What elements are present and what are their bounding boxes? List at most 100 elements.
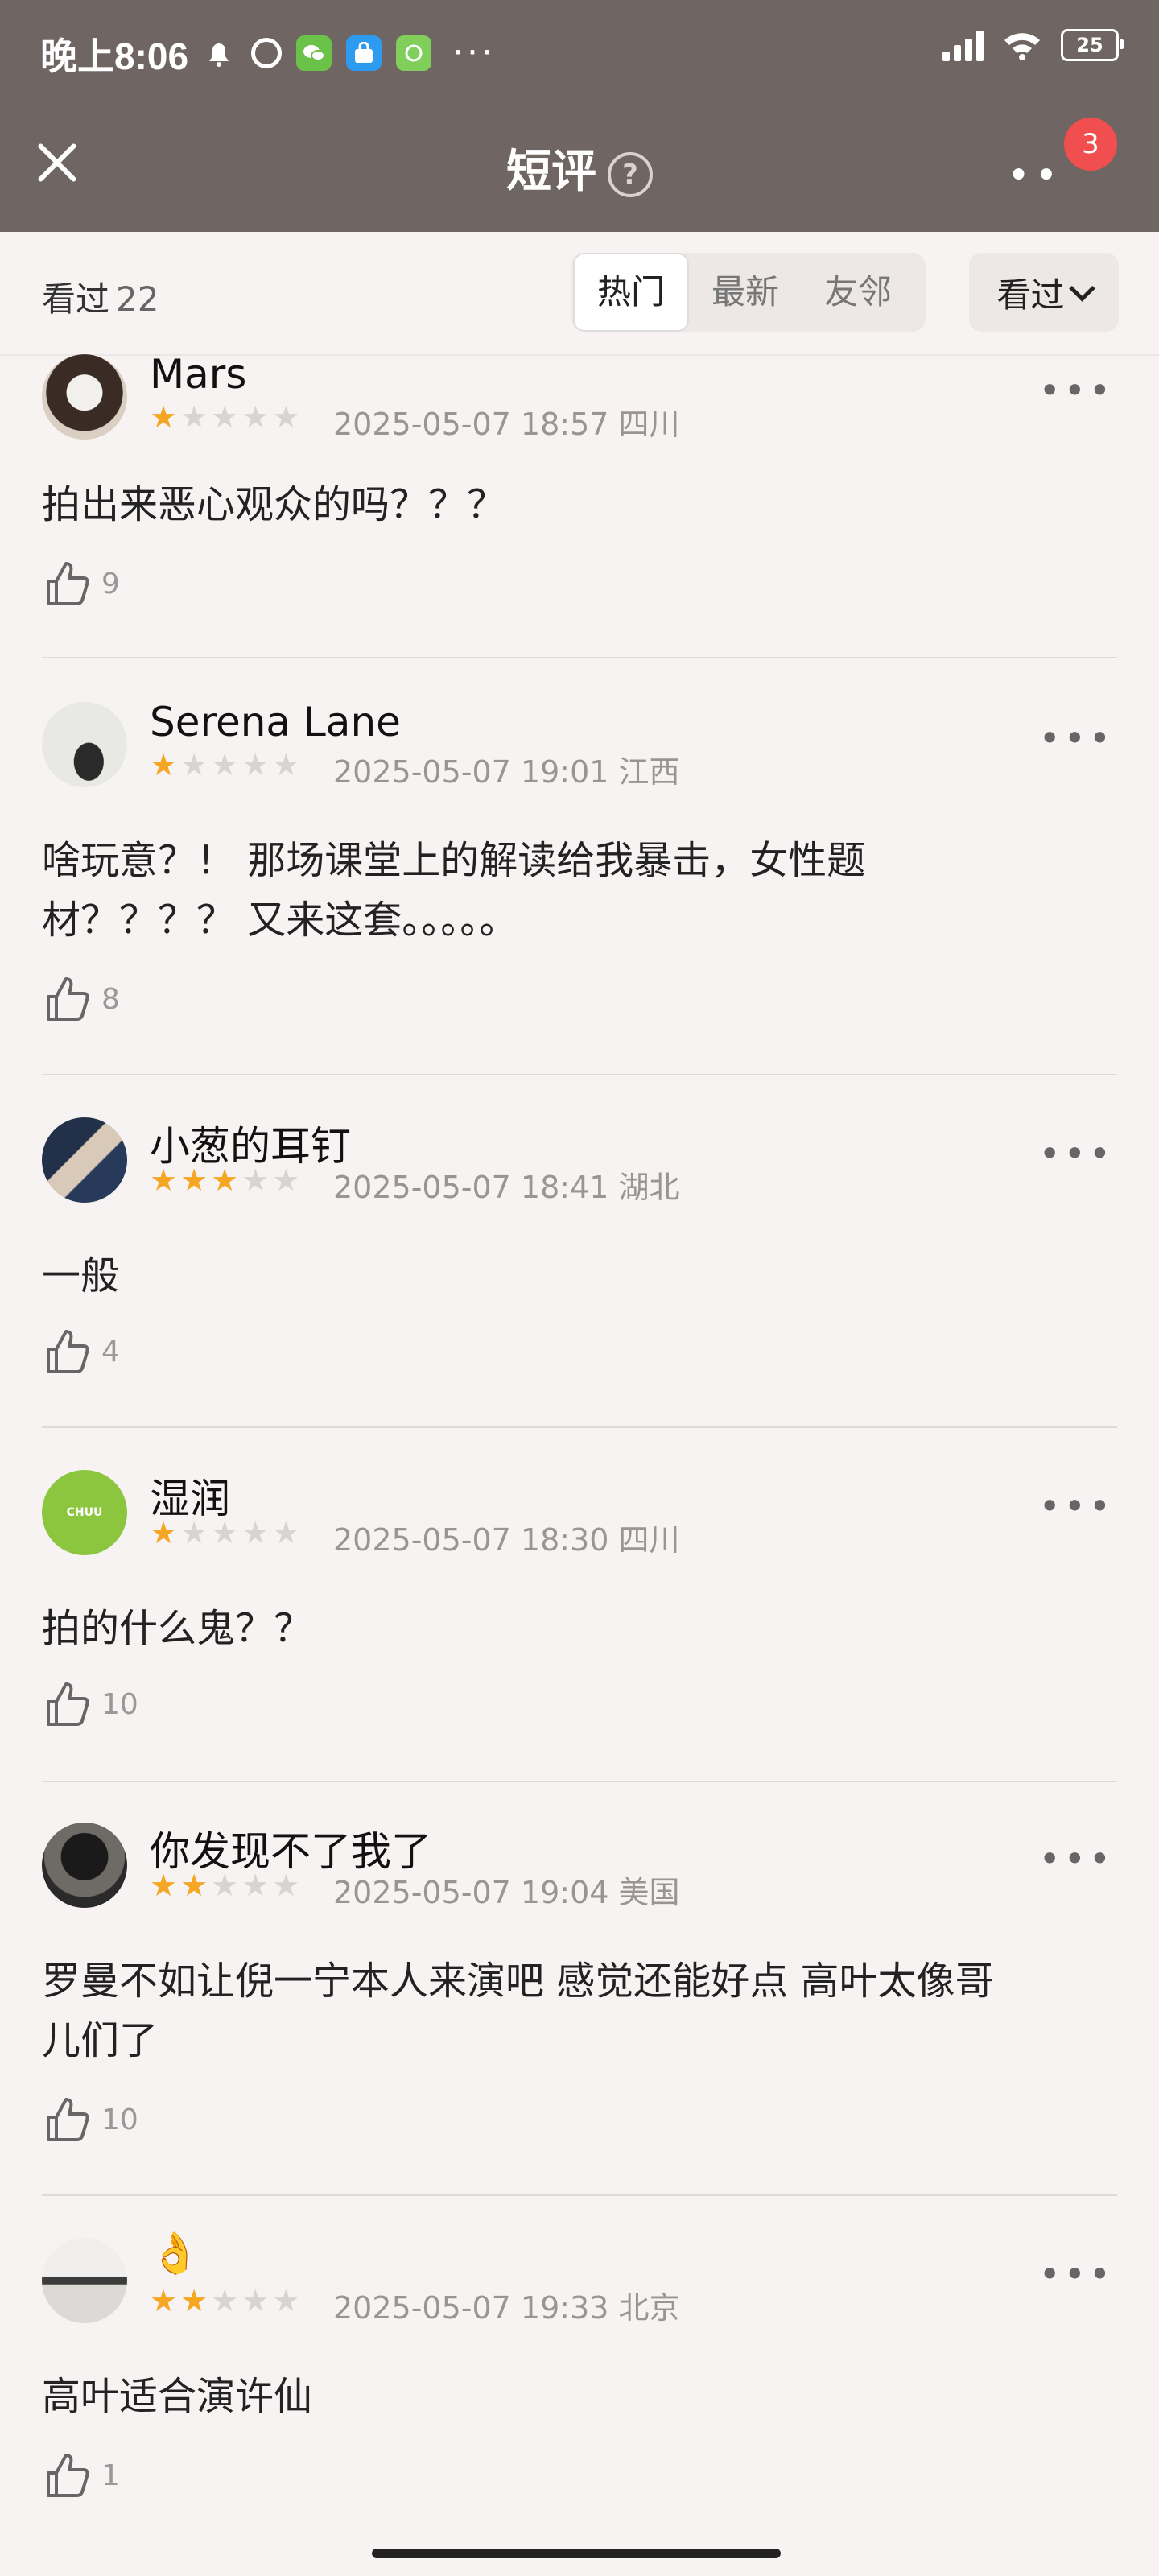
review-meta: 2025-05-07 19:04 美国 xyxy=(333,1868,680,1912)
seen-dropdown[interactable]: 看过 xyxy=(969,253,1119,332)
review-date: 2025-05-07 18:57 xyxy=(333,407,609,442)
home-indicator[interactable] xyxy=(372,2549,781,2558)
tab-latest[interactable]: 最新 xyxy=(689,254,802,330)
divider xyxy=(42,657,1117,658)
review-meta: 2025-05-07 18:57 四川 xyxy=(333,399,680,444)
review-more-button[interactable]: ••• xyxy=(1039,1132,1114,1175)
tab-hot[interactable]: 热门 xyxy=(573,253,690,332)
star-icon: ★ xyxy=(150,747,178,782)
review-more-button[interactable]: ••• xyxy=(1039,369,1114,412)
like-button[interactable]: 9 xyxy=(45,560,120,607)
like-button[interactable]: 1 xyxy=(45,2452,120,2499)
review-text-line: 啥玩意？！ 那场课堂上的解读给我暴击，女性题 xyxy=(42,838,866,883)
star-icon: ★ xyxy=(211,1515,239,1550)
username[interactable]: 👌 xyxy=(150,2230,200,2277)
status-bar: 晚上8:06 ··· 25 xyxy=(0,0,1159,105)
review-more-button[interactable]: ••• xyxy=(1039,716,1114,760)
star-icon: ★ xyxy=(241,399,270,435)
review-more-button[interactable]: ••• xyxy=(1039,1484,1114,1528)
like-button[interactable]: 8 xyxy=(45,976,120,1022)
star-icon: ★ xyxy=(241,1515,270,1550)
username[interactable]: Serena Lane xyxy=(150,699,401,745)
review-text: 高叶适合演许仙 xyxy=(42,2367,1120,2426)
review-region: 北京 xyxy=(618,2290,680,2326)
help-icon[interactable]: ? xyxy=(608,151,653,197)
review-text-line: 一般 xyxy=(42,1253,120,1298)
review-item: 你发现不了我了 ★ ★ ★ ★ ★ 2025-05-07 19:04 美国 ••• 罗曼… xyxy=(0,1823,1159,2196)
review-date: 2025-05-07 18:30 xyxy=(333,1522,609,1558)
divider xyxy=(42,1781,1117,1782)
review-region: 美国 xyxy=(618,1875,680,1910)
review-text-line: 高叶适合演许仙 xyxy=(42,2374,313,2419)
star-icon: ★ xyxy=(180,1515,208,1550)
review-more-button[interactable]: ••• xyxy=(1039,2252,1114,2296)
avatar[interactable]: CHUU xyxy=(42,1470,127,1555)
seen-dropdown-label: 看过 xyxy=(996,275,1065,315)
review-more-button[interactable]: ••• xyxy=(1039,1837,1114,1880)
review-date: 2025-05-07 19:01 xyxy=(333,754,609,790)
review-text-line: 拍的什么鬼？？ xyxy=(42,1606,313,1651)
star-rating: ★ ★ ★ ★ ★ xyxy=(150,2285,299,2317)
review-region: 江西 xyxy=(618,754,680,790)
top-bar: 晚上8:06 ··· 25 短评 ? •• 3 xyxy=(0,0,1159,232)
like-count: 10 xyxy=(101,2103,138,2136)
like-button[interactable]: 10 xyxy=(45,1681,138,1728)
like-button[interactable]: 10 xyxy=(45,2096,138,2143)
review-item: 小葱的耳钉 ★ ★ ★ ★ ★ 2025-05-07 18:41 湖北 ••• 一般 4 xyxy=(0,1117,1159,1428)
thumbs-up-icon xyxy=(47,1682,89,1726)
divider xyxy=(42,1074,1117,1075)
review-item: Serena Lane ★ ★ ★ ★ ★ 2025-05-07 19:01 江西 ••… xyxy=(0,699,1159,1075)
review-text-line: 罗曼不如让倪一宁本人来演吧 感觉还能好点 高叶太像哥 xyxy=(42,1959,994,2004)
notification-badge: 3 xyxy=(1064,118,1117,171)
app-icon xyxy=(396,35,431,71)
status-time: 晚上8:06 xyxy=(40,35,189,77)
star-rating: ★ ★ ★ ★ ★ xyxy=(150,1517,299,1549)
tab-friends[interactable]: 友邻 xyxy=(802,254,914,330)
avatar[interactable] xyxy=(42,702,127,787)
sort-tabs: 热门 最新 友邻 xyxy=(571,253,926,332)
avatar[interactable] xyxy=(42,1117,127,1203)
bell-icon xyxy=(201,35,237,71)
avatar[interactable] xyxy=(42,2238,127,2323)
signal-icon xyxy=(942,29,984,61)
seen-number: 22 xyxy=(116,279,159,319)
review-region: 四川 xyxy=(618,407,680,442)
like-button[interactable]: 4 xyxy=(45,1328,120,1375)
star-icon: ★ xyxy=(180,747,208,782)
review-region: 四川 xyxy=(618,1522,680,1558)
star-icon: ★ xyxy=(272,1515,300,1550)
review-region: 湖北 xyxy=(618,1170,680,1205)
thumbs-up-icon xyxy=(47,977,89,1021)
star-icon: ★ xyxy=(272,399,300,435)
review-meta: 2025-05-07 19:01 江西 xyxy=(333,747,680,791)
star-rating: ★ ★ ★ ★ ★ xyxy=(150,401,299,433)
review-text-line: 儿们了 xyxy=(42,2018,159,2063)
status-icons: ··· xyxy=(201,32,496,73)
review-meta: 2025-05-07 18:41 湖北 xyxy=(333,1162,680,1207)
like-count: 4 xyxy=(101,1335,120,1368)
seen-count: 看过 22 xyxy=(42,272,159,321)
star-icon: ★ xyxy=(150,1515,178,1550)
review-text-line: 拍出来恶心观众的吗？？？ xyxy=(42,482,506,527)
review-text: 一般 xyxy=(42,1246,1120,1306)
divider xyxy=(42,1426,1117,1428)
username[interactable]: Mars xyxy=(150,351,246,398)
star-icon: ★ xyxy=(150,1868,178,1903)
avatar[interactable] xyxy=(42,354,127,440)
like-count: 10 xyxy=(101,1687,138,1721)
review-date: 2025-05-07 18:41 xyxy=(333,1170,609,1205)
review-text: 拍出来恶心观众的吗？？？ xyxy=(42,475,1120,535)
star-icon: ★ xyxy=(150,1162,178,1198)
more-menu-button[interactable]: •• xyxy=(1007,153,1062,198)
like-count: 9 xyxy=(101,567,120,601)
star-icon: ★ xyxy=(180,1868,208,1903)
star-rating: ★ ★ ★ ★ ★ xyxy=(150,1164,299,1196)
filter-bar: 看过 22 热门 最新 友邻 看过 xyxy=(0,232,1159,356)
avatar[interactable] xyxy=(42,1823,127,1908)
star-icon: ★ xyxy=(211,399,239,435)
battery-icon: 25 xyxy=(1061,29,1124,61)
star-icon: ★ xyxy=(180,399,208,435)
page-title-text: 短评 xyxy=(506,146,596,198)
star-icon: ★ xyxy=(180,1162,208,1198)
chevron-down-icon xyxy=(1068,275,1095,302)
